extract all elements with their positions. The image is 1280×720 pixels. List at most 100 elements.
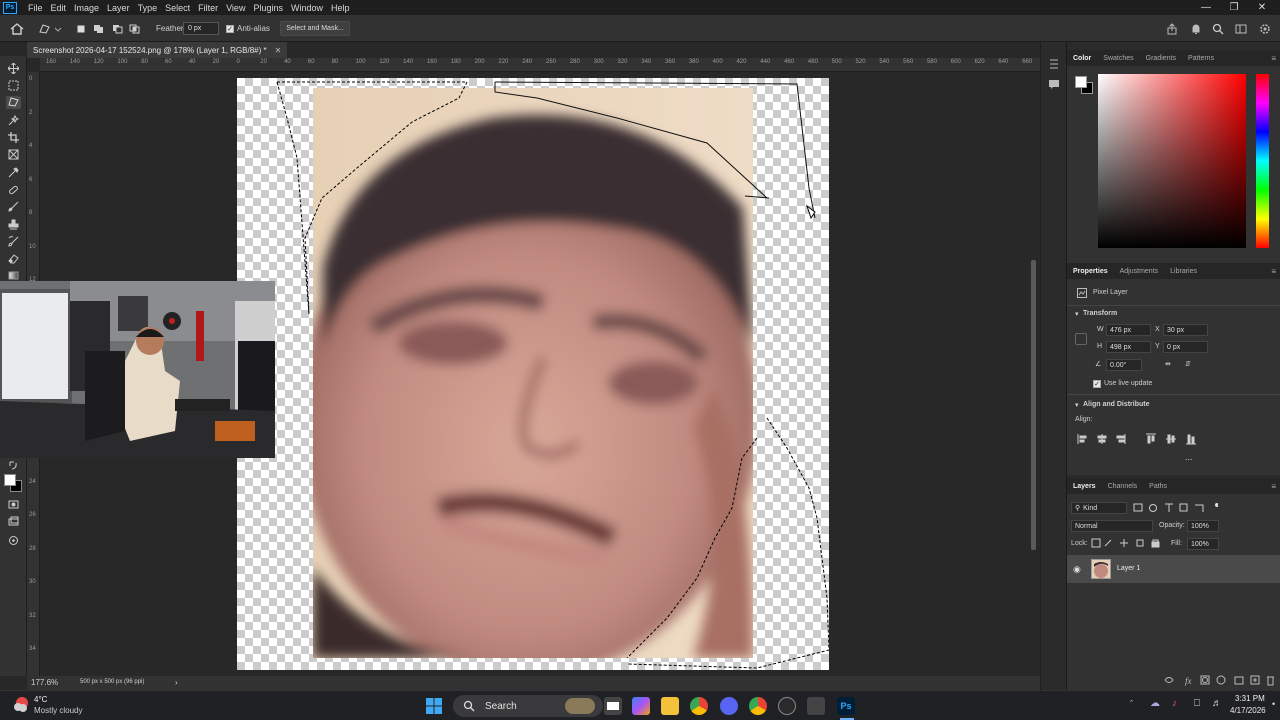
chrome-profile-icon[interactable]	[749, 697, 767, 715]
lock-icons[interactable]	[1091, 538, 1161, 548]
frame-tool-icon[interactable]	[6, 148, 21, 161]
subtract-selection-icon[interactable]	[112, 15, 124, 42]
scrollbar-thumb[interactable]	[1031, 260, 1036, 550]
object-selection-tool-icon[interactable]	[6, 114, 21, 127]
zoom-level[interactable]: 177.6%	[31, 678, 58, 687]
intersect-selection-icon[interactable]	[129, 15, 141, 42]
menu-select[interactable]: Select	[161, 3, 194, 13]
copilot-icon[interactable]	[632, 697, 650, 715]
menu-window[interactable]: Window	[287, 3, 327, 13]
weather-temp[interactable]: 4°C	[34, 695, 47, 704]
clock-time[interactable]: 3:31 PM	[1235, 694, 1265, 703]
tab-channels[interactable]: Channels	[1102, 483, 1144, 490]
home-icon[interactable]	[10, 15, 24, 42]
media-app-icon[interactable]	[807, 697, 825, 715]
workspace-icon[interactable]	[1235, 15, 1247, 42]
brush-tool-icon[interactable]	[6, 200, 21, 213]
select-and-mask-button[interactable]: Select and Mask...	[280, 21, 350, 36]
blend-mode-select[interactable]: Normal	[1071, 520, 1153, 532]
edit-toolbar-icon[interactable]	[6, 534, 21, 547]
opacity-field[interactable]: 100%	[1187, 520, 1219, 532]
weather-desc[interactable]: Mostly cloudy	[34, 706, 82, 715]
layer-row[interactable]: ◉ Layer 1	[1067, 555, 1280, 583]
app-icon[interactable]	[778, 697, 796, 715]
windows-start-icon[interactable]	[425, 697, 443, 715]
menu-type[interactable]: Type	[134, 3, 162, 13]
eraser-tool-icon[interactable]	[6, 252, 21, 265]
taskbar-search[interactable]: Search	[453, 695, 603, 717]
menu-layer[interactable]: Layer	[103, 3, 134, 13]
layer-filter-kind[interactable]: ⚲ Kind	[1071, 502, 1127, 514]
layer-actions[interactable]: fx	[1163, 674, 1275, 686]
width-field[interactable]: 476 px	[1106, 324, 1151, 336]
search-icon[interactable]	[1212, 15, 1224, 42]
volume-icon[interactable]: ♬	[1212, 698, 1222, 709]
chevron-down-icon[interactable]: ▾	[1075, 310, 1079, 318]
flip-horizontal-icon[interactable]: ⇹	[1165, 360, 1171, 368]
tab-gradients[interactable]: Gradients	[1140, 55, 1182, 62]
menu-view[interactable]: View	[222, 3, 249, 13]
chrome-icon[interactable]	[690, 697, 708, 715]
close-tab-icon[interactable]: ✕	[275, 46, 282, 55]
notifications-icon[interactable]	[1190, 15, 1202, 42]
eyedropper-tool-icon[interactable]	[6, 166, 21, 179]
cloud-icon[interactable]: ☁	[1150, 698, 1160, 709]
more-options[interactable]: ...	[1185, 452, 1193, 462]
microphone-icon[interactable]: ♪	[1172, 698, 1177, 709]
tab-swatches[interactable]: Swatches	[1097, 55, 1139, 62]
foreground-color-chip[interactable]	[1075, 76, 1087, 88]
lasso-tool-icon[interactable]	[6, 96, 21, 109]
healing-brush-tool-icon[interactable]	[6, 183, 21, 196]
history-panel-icon[interactable]	[1048, 58, 1060, 73]
height-field[interactable]: 498 px	[1106, 341, 1151, 353]
x-field[interactable]: 30 px	[1163, 324, 1208, 336]
tab-adjustments[interactable]: Adjustments	[1114, 268, 1165, 275]
tab-layers[interactable]: Layers	[1067, 483, 1102, 490]
visibility-eye-icon[interactable]: ◉	[1073, 564, 1081, 575]
panel-menu-icon[interactable]: ≡	[1271, 482, 1276, 491]
swap-colors-icon[interactable]	[6, 459, 21, 472]
chevron-up-icon[interactable]: ˆ	[1130, 699, 1133, 709]
flip-vertical-icon[interactable]: ⇵	[1185, 360, 1191, 368]
document-size[interactable]: 500 px x 500 px (96 ppi)	[80, 679, 144, 685]
discord-icon[interactable]	[720, 697, 738, 715]
menu-filter[interactable]: Filter	[194, 3, 222, 13]
menu-help[interactable]: Help	[327, 3, 354, 13]
panel-menu-icon[interactable]: ≡	[1271, 267, 1276, 276]
minimize-icon[interactable]: —	[1192, 0, 1220, 15]
link-dimensions-icon[interactable]	[1075, 333, 1087, 345]
history-brush-tool-icon[interactable]	[6, 235, 21, 248]
task-view-icon[interactable]	[604, 697, 622, 715]
antialias-checkbox[interactable]: ✓ Anti-alias	[226, 15, 270, 42]
menu-file[interactable]: File	[24, 3, 47, 13]
document-tab[interactable]: Screenshot 2026-04-17 152524.png @ 178% …	[27, 42, 288, 58]
status-arrow-icon[interactable]: ›	[175, 678, 178, 687]
tab-paths[interactable]: Paths	[1143, 483, 1173, 490]
polygonal-lasso-preset-icon[interactable]	[38, 15, 62, 42]
clock-date[interactable]: 4/17/2026	[1230, 706, 1266, 715]
menu-plugins[interactable]: Plugins	[249, 3, 287, 13]
new-selection-icon[interactable]	[76, 15, 86, 42]
menu-image[interactable]: Image	[70, 3, 103, 13]
tab-properties[interactable]: Properties	[1067, 268, 1114, 275]
add-selection-icon[interactable]	[93, 15, 105, 42]
panel-menu-icon[interactable]: ≡	[1271, 54, 1276, 63]
settings-icon[interactable]	[1259, 15, 1271, 42]
comments-panel-icon[interactable]	[1048, 78, 1060, 93]
crop-tool-icon[interactable]	[6, 131, 21, 144]
color-picker-field[interactable]	[1098, 74, 1246, 248]
clone-stamp-tool-icon[interactable]	[6, 218, 21, 231]
y-field[interactable]: 0 px	[1163, 341, 1208, 353]
hue-slider[interactable]	[1256, 74, 1269, 248]
chevron-down-icon[interactable]: ▾	[1075, 401, 1079, 409]
vertical-scrollbar[interactable]	[1028, 72, 1040, 676]
document-canvas[interactable]	[237, 78, 829, 670]
marquee-tool-icon[interactable]	[6, 79, 21, 92]
screen-mode-icon[interactable]	[6, 515, 21, 528]
quick-mask-icon[interactable]	[6, 498, 21, 511]
layer-name[interactable]: Layer 1	[1117, 565, 1140, 572]
restore-icon[interactable]: ❐	[1220, 0, 1248, 15]
file-explorer-icon[interactable]	[661, 697, 679, 715]
foreground-color-swatch[interactable]	[4, 474, 16, 486]
angle-field[interactable]: 0.00°	[1106, 359, 1142, 371]
